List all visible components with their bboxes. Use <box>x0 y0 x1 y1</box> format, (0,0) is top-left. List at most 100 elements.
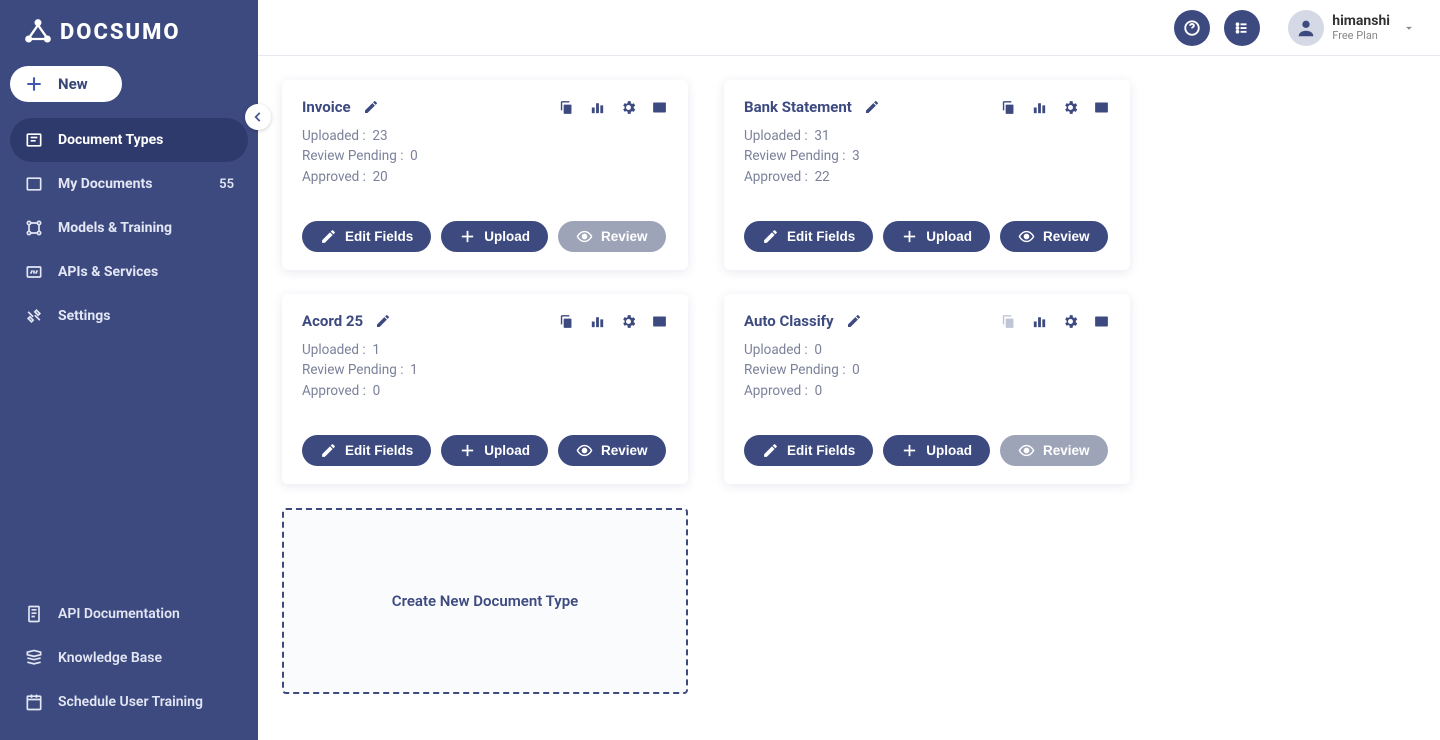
approved-value: 22 <box>815 169 830 185</box>
sidebar-item-label: Document Types <box>58 132 163 148</box>
mail-icon[interactable] <box>1093 99 1110 116</box>
edit-fields-button[interactable]: Edit Fields <box>744 221 873 252</box>
copy-icon[interactable] <box>1000 313 1017 330</box>
plus-icon <box>901 442 918 459</box>
review-button[interactable]: Review <box>558 221 666 252</box>
edit-icon[interactable] <box>864 99 880 115</box>
gear-icon[interactable] <box>620 313 637 330</box>
sidebar-item-settings[interactable]: Settings <box>10 294 248 338</box>
create-card-label: Create New Document Type <box>392 592 578 610</box>
plus-icon <box>901 228 918 245</box>
pending-value: 0 <box>852 362 860 378</box>
review-button[interactable]: Review <box>1000 435 1108 466</box>
upload-label: Upload <box>484 443 530 458</box>
copy-icon[interactable] <box>1000 99 1017 116</box>
sidebar-item-label: API Documentation <box>58 606 180 622</box>
chart-icon[interactable] <box>1031 99 1048 116</box>
user-menu[interactable]: himanshi Free Plan <box>1288 10 1416 46</box>
user-plan: Free Plan <box>1332 29 1390 42</box>
card-title: Invoice <box>302 98 351 116</box>
pencil-icon <box>320 442 337 459</box>
edit-fields-button[interactable]: Edit Fields <box>744 435 873 466</box>
edit-fields-label: Edit Fields <box>345 229 413 244</box>
approved-value: 0 <box>373 383 381 399</box>
sidebar-item-knowledge-base[interactable]: Knowledge Base <box>10 636 248 680</box>
chart-icon[interactable] <box>589 99 606 116</box>
copy-icon[interactable] <box>558 313 575 330</box>
upload-label: Upload <box>484 229 530 244</box>
mail-icon[interactable] <box>1093 313 1110 330</box>
pending-label: Review Pending : <box>744 362 845 378</box>
review-button[interactable]: Review <box>558 435 666 466</box>
mail-icon[interactable] <box>651 99 668 116</box>
edit-icon[interactable] <box>363 99 379 115</box>
question-icon <box>1183 19 1201 37</box>
kb-icon <box>24 648 44 668</box>
edit-fields-label: Edit Fields <box>787 229 855 244</box>
chart-icon[interactable] <box>589 313 606 330</box>
sidebar-item-api-documentation[interactable]: API Documentation <box>10 592 248 636</box>
approved-value: 20 <box>373 169 388 185</box>
brand-text: DOCSUMO <box>60 20 181 45</box>
edit-icon[interactable] <box>375 313 391 329</box>
approved-label: Approved : <box>744 169 808 185</box>
review-button[interactable]: Review <box>1000 221 1108 252</box>
edit-icon[interactable] <box>846 313 862 329</box>
sidebar-item-apis-services[interactable]: APIs & Services <box>10 250 248 294</box>
sidebar-item-my-documents[interactable]: My Documents 55 <box>10 162 248 206</box>
review-label: Review <box>1043 229 1090 244</box>
review-label: Review <box>601 443 648 458</box>
calendar-icon <box>24 692 44 712</box>
sidebar-item-label: Knowledge Base <box>58 650 162 666</box>
upload-button[interactable]: Upload <box>883 221 990 252</box>
gear-icon[interactable] <box>620 99 637 116</box>
sidebar-item-document-types[interactable]: Document Types <box>10 118 248 162</box>
card-title: Bank Statement <box>744 98 852 116</box>
sidebar-item-models-training[interactable]: Models & Training <box>10 206 248 250</box>
list-icon <box>1233 19 1251 37</box>
edit-fields-label: Edit Fields <box>345 443 413 458</box>
brand-logo: DOCSUMO <box>0 0 258 60</box>
uploaded-value: 23 <box>372 128 387 144</box>
sidebar-item-label: Settings <box>58 308 110 324</box>
pending-label: Review Pending : <box>302 362 403 378</box>
new-button[interactable]: New <box>10 66 122 102</box>
approved-value: 0 <box>815 383 823 399</box>
sidebar-item-label: Models & Training <box>58 220 172 236</box>
card-title: Acord 25 <box>302 312 363 330</box>
sidebar: DOCSUMO New Document Types My Documents … <box>0 0 258 740</box>
document-type-card: Invoice Uploaded : 23 Review Pending : 0… <box>282 80 688 270</box>
pending-value: 0 <box>410 148 418 164</box>
pending-value: 1 <box>410 362 418 378</box>
chart-icon[interactable] <box>1031 313 1048 330</box>
pending-label: Review Pending : <box>302 148 403 164</box>
approved-label: Approved : <box>302 169 366 185</box>
help-button[interactable] <box>1174 10 1210 46</box>
upload-button[interactable]: Upload <box>883 435 990 466</box>
edit-fields-button[interactable]: Edit Fields <box>302 435 431 466</box>
sidebar-item-count: 55 <box>219 177 234 192</box>
pending-label: Review Pending : <box>744 148 845 164</box>
approved-label: Approved : <box>302 383 366 399</box>
document-type-card: Acord 25 Uploaded : 1 Review Pending : 1… <box>282 294 688 484</box>
upload-button[interactable]: Upload <box>441 221 548 252</box>
sidebar-item-schedule-training[interactable]: Schedule User Training <box>10 680 248 724</box>
activity-button[interactable] <box>1224 10 1260 46</box>
mail-icon[interactable] <box>651 313 668 330</box>
chevron-down-icon <box>1402 21 1416 35</box>
gear-icon[interactable] <box>1062 99 1079 116</box>
edit-fields-button[interactable]: Edit Fields <box>302 221 431 252</box>
edit-fields-label: Edit Fields <box>787 443 855 458</box>
doc-icon <box>24 604 44 624</box>
sidebar-collapse-button[interactable] <box>245 104 271 130</box>
copy-icon[interactable] <box>558 99 575 116</box>
chevron-left-icon <box>251 110 265 124</box>
approved-label: Approved : <box>744 383 808 399</box>
my-documents-icon <box>24 174 44 194</box>
upload-button[interactable]: Upload <box>441 435 548 466</box>
pencil-icon <box>320 228 337 245</box>
document-type-card: Auto Classify Uploaded : 0 Review Pendin… <box>724 294 1130 484</box>
api-icon <box>24 262 44 282</box>
gear-icon[interactable] <box>1062 313 1079 330</box>
create-document-type-card[interactable]: Create New Document Type <box>282 508 688 694</box>
